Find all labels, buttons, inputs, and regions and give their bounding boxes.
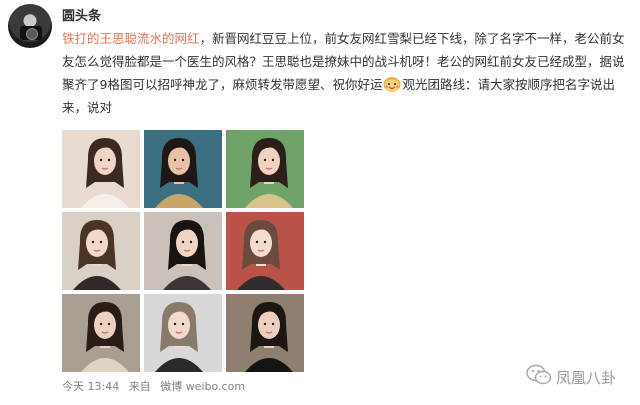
photo-thumbnail[interactable] — [226, 212, 304, 290]
avatar[interactable] — [8, 4, 52, 48]
topic-link[interactable]: 铁打的王思聪流水的网红 — [62, 31, 200, 46]
post-meta: 今天 13:44 来自 微博 weibo.com — [62, 378, 251, 394]
photo-thumbnail[interactable] — [144, 130, 222, 208]
watermark-label: 凤凰八卦 — [555, 368, 616, 387]
photo-thumbnail[interactable] — [144, 294, 222, 372]
watermark: 凤凰八卦 — [526, 364, 616, 390]
happy-face-emoji-icon — [382, 75, 402, 93]
timestamp[interactable]: 今天 13:44 — [62, 380, 119, 393]
photo-thumbnail[interactable] — [144, 212, 222, 290]
photo-thumbnail[interactable] — [226, 294, 304, 372]
wechat-icon — [526, 364, 552, 390]
photo-thumbnail[interactable] — [226, 130, 304, 208]
username[interactable]: 圆头条 — [62, 5, 101, 24]
source-label: 来自 — [128, 380, 151, 393]
photo-thumbnail[interactable] — [62, 294, 140, 372]
camera-lens-icon — [26, 28, 38, 40]
photo-thumbnail[interactable] — [62, 212, 140, 290]
post-text: 铁打的王思聪流水的网红，新晋网红豆豆上位，前女友网红雪梨已经下线，除了名字不一样… — [62, 27, 634, 119]
photo-grid — [62, 130, 304, 372]
source[interactable]: 微博 weibo.com — [160, 380, 245, 393]
photo-thumbnail[interactable] — [62, 130, 140, 208]
